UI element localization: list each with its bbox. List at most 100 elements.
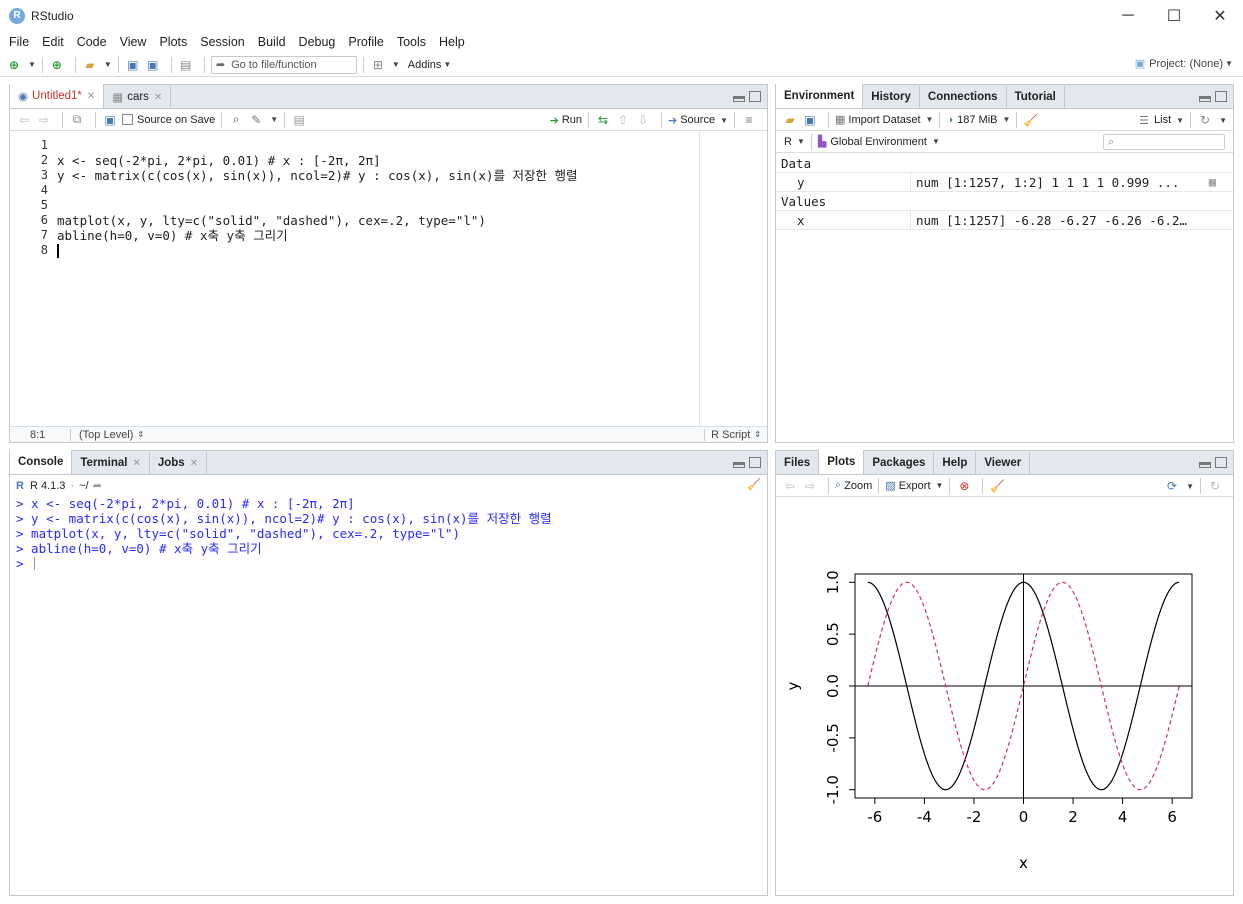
chevron-down-icon[interactable]: ▼	[926, 115, 934, 124]
console-prompt[interactable]: >	[16, 556, 31, 571]
menu-session[interactable]: Session	[195, 35, 249, 49]
chevron-down-icon[interactable]: ▼	[392, 60, 400, 69]
tab-untitled1[interactable]: ◉ Untitled1* ✕	[10, 84, 105, 108]
clear-console-icon[interactable]: 🧹	[747, 478, 761, 491]
close-button[interactable]: ✕	[1197, 0, 1243, 31]
maximize-pane-icon[interactable]	[749, 457, 761, 468]
maximize-pane-icon[interactable]	[1215, 91, 1227, 102]
menu-tools[interactable]: Tools	[392, 35, 431, 49]
view-data-icon[interactable]: ▦	[1209, 173, 1216, 192]
close-tab-icon[interactable]: ✕	[132, 458, 140, 469]
tab-console[interactable]: Console	[10, 450, 73, 474]
maximize-pane-icon[interactable]	[749, 91, 761, 102]
chevron-down-icon[interactable]: ▼	[797, 137, 805, 146]
down-arrow-icon[interactable]: ⇩	[635, 112, 651, 128]
file-type-selector[interactable]: R Script	[711, 429, 750, 441]
menu-help[interactable]: Help	[434, 35, 470, 49]
load-workspace-icon[interactable]: ▰	[782, 112, 798, 128]
environment-scope-selector[interactable]: Global Environment	[830, 136, 927, 148]
tab-files[interactable]: Files	[776, 452, 820, 474]
save-icon[interactable]: ▣	[125, 57, 141, 73]
save-all-icon[interactable]: ▣	[145, 57, 161, 73]
up-arrow-icon[interactable]: ⇧	[615, 112, 631, 128]
close-tab-icon[interactable]: ✕	[87, 91, 95, 102]
addins-button[interactable]: Addins	[408, 59, 442, 71]
code-editor[interactable]: 12345678 x <- seq(-2*pi, 2*pi, 0.01) # x…	[10, 132, 767, 426]
source-button[interactable]: Source	[680, 114, 715, 126]
chevron-down-icon[interactable]: ▼	[270, 115, 278, 124]
minimize-pane-icon[interactable]	[733, 462, 745, 468]
maximize-button[interactable]: ☐	[1151, 0, 1197, 31]
remove-plot-icon[interactable]: ⊗	[956, 478, 972, 494]
tab-jobs[interactable]: Jobs ✕	[149, 452, 208, 474]
export-button[interactable]: Export	[899, 480, 931, 492]
source-on-save-checkbox[interactable]	[122, 114, 133, 125]
print-icon[interactable]: ▤	[178, 57, 194, 73]
chevron-updown-icon[interactable]: ⇕	[754, 430, 761, 439]
minimize-pane-icon[interactable]	[1199, 462, 1211, 468]
close-tab-icon[interactable]: ✕	[154, 92, 162, 103]
compile-report-icon[interactable]: ▤	[291, 112, 307, 128]
menu-code[interactable]: Code	[72, 35, 112, 49]
chevron-down-icon[interactable]: ▼	[1186, 482, 1194, 491]
broom-icon[interactable]: 🧹	[1023, 112, 1039, 128]
working-directory[interactable]: ~/	[79, 480, 88, 492]
next-plot-icon[interactable]: ⇨	[802, 478, 818, 494]
tab-cars[interactable]: ▦ cars ✕	[104, 86, 172, 108]
search-icon[interactable]: ⌕	[228, 112, 244, 128]
tab-connections[interactable]: Connections	[919, 86, 1007, 108]
zoom-button[interactable]: Zoom	[844, 480, 872, 492]
memory-usage[interactable]: 187 MiB	[957, 114, 997, 126]
back-arrow-icon[interactable]: ⇦	[16, 112, 32, 128]
env-row-x[interactable]: x num [1:1257] -6.28 -6.27 -6.26 -6.2…	[776, 211, 1233, 230]
tab-tutorial[interactable]: Tutorial	[1006, 86, 1065, 108]
previous-plot-icon[interactable]: ⇦	[782, 478, 798, 494]
chevron-down-icon[interactable]: ▼	[720, 116, 728, 125]
project-menu[interactable]: ▣ Project: (None) ▼	[1135, 57, 1233, 71]
chevron-down-icon[interactable]: ▼	[1002, 115, 1010, 124]
tab-plots[interactable]: Plots	[819, 450, 865, 474]
list-view-selector[interactable]: List	[1154, 114, 1171, 126]
new-file-icon[interactable]: ⊕	[6, 57, 22, 73]
chevron-down-icon[interactable]: ▼	[1176, 116, 1184, 125]
menu-file[interactable]: File	[4, 35, 34, 49]
chevron-down-icon[interactable]: ▼	[932, 137, 940, 146]
tab-history[interactable]: History	[863, 86, 920, 108]
scope-selector[interactable]: (Top Level)	[79, 429, 133, 441]
chevron-down-icon[interactable]: ▼	[443, 60, 451, 69]
refresh-icon[interactable]: ↻	[1197, 112, 1213, 128]
broom-icon[interactable]: 🧹	[989, 478, 1005, 494]
maximize-pane-icon[interactable]	[1215, 457, 1227, 468]
chevron-down-icon[interactable]: ▼	[1219, 116, 1227, 125]
grid-layout-icon[interactable]: ⊞	[370, 57, 386, 73]
open-file-icon[interactable]: ▰	[82, 57, 98, 73]
save-icon[interactable]: ▣	[102, 112, 118, 128]
menu-edit[interactable]: Edit	[37, 35, 69, 49]
tab-packages[interactable]: Packages	[864, 452, 935, 474]
menu-view[interactable]: View	[115, 35, 152, 49]
new-project-icon[interactable]: ⊕	[49, 57, 65, 73]
menu-plots[interactable]: Plots	[154, 35, 192, 49]
menu-debug[interactable]: Debug	[294, 35, 341, 49]
minimize-pane-icon[interactable]	[733, 96, 745, 102]
tab-environment[interactable]: Environment	[776, 84, 864, 108]
outline-icon[interactable]: ≡	[741, 112, 757, 128]
refresh-icon[interactable]: ↻	[1207, 478, 1223, 494]
chevron-down-icon[interactable]: ▼	[28, 60, 36, 69]
menu-build[interactable]: Build	[253, 35, 291, 49]
go-to-directory-icon[interactable]: ➦	[93, 479, 102, 492]
minimize-pane-icon[interactable]	[1199, 96, 1211, 102]
magic-wand-icon[interactable]: ✎	[248, 112, 264, 128]
console-output[interactable]: > x <- seq(-2*pi, 2*pi, 0.01) # x : [-2π…	[10, 496, 767, 895]
language-selector[interactable]: R	[784, 136, 792, 148]
run-button[interactable]: Run	[562, 114, 582, 126]
tab-help[interactable]: Help	[934, 452, 977, 474]
forward-arrow-icon[interactable]: ⇨	[36, 112, 52, 128]
tab-terminal[interactable]: Terminal ✕	[72, 452, 150, 474]
save-workspace-icon[interactable]: ▣	[802, 112, 818, 128]
environment-search-input[interactable]: ⌕	[1103, 134, 1225, 150]
minimize-button[interactable]: ─	[1105, 0, 1151, 31]
rerun-icon[interactable]: ⇆	[595, 112, 611, 128]
tab-viewer[interactable]: Viewer	[976, 452, 1031, 474]
goto-file-input[interactable]: ➦ Go to file/function	[210, 55, 357, 74]
